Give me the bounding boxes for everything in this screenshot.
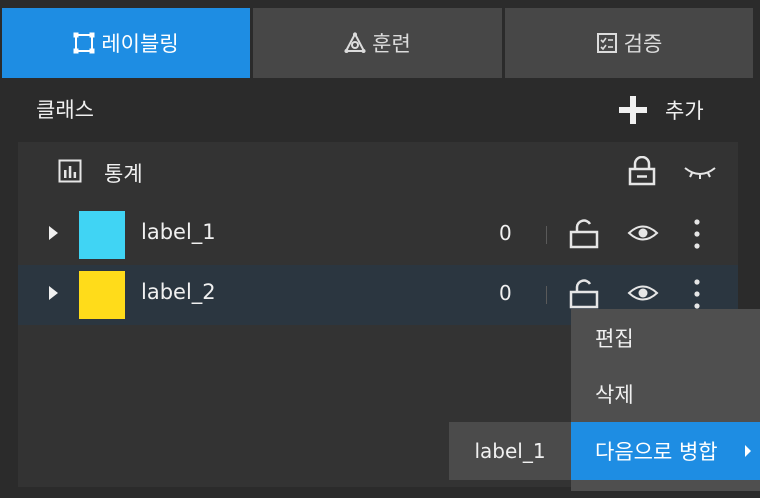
class-name: label_2 <box>141 280 216 304</box>
more-options-icon[interactable] <box>690 276 704 312</box>
stats-row[interactable]: 통계 <box>18 142 738 204</box>
menu-item-label: 삭제 <box>595 383 634 407</box>
menu-item-merge-into[interactable]: 다음으로 병합 <box>571 422 760 480</box>
divider <box>546 226 547 244</box>
context-menu: 편집 삭제 다음으로 병합 <box>571 309 760 491</box>
more-options-icon[interactable] <box>690 216 704 252</box>
tab-validation[interactable]: 검증 <box>505 8 753 78</box>
class-count: 0 <box>499 221 512 245</box>
add-label: 추가 <box>665 99 704 123</box>
plus-icon <box>619 96 647 124</box>
menu-item-delete[interactable]: 삭제 <box>571 365 760 423</box>
class-header: 클래스 추가 <box>0 82 760 140</box>
stats-icon <box>58 159 82 183</box>
class-color-swatch[interactable] <box>79 211 125 259</box>
unlock-icon[interactable] <box>569 218 599 250</box>
add-class-button[interactable]: 추가 <box>617 90 704 130</box>
tab-labeling[interactable]: 레이블링 <box>2 8 250 78</box>
class-count: 0 <box>499 281 512 305</box>
menu-item-edit[interactable]: 편집 <box>571 309 760 367</box>
merge-target-item[interactable]: label_1 <box>449 422 571 480</box>
unlock-icon[interactable] <box>569 278 599 310</box>
class-row[interactable]: label_1 0 <box>18 205 738 265</box>
tab-validation-label: 검증 <box>623 32 663 56</box>
menu-item-label: 다음으로 병합 <box>595 440 718 464</box>
section-title: 클래스 <box>36 98 94 122</box>
eye-closed-icon[interactable] <box>683 162 717 182</box>
merge-target-label: label_1 <box>474 439 546 463</box>
expand-arrow-icon[interactable] <box>46 225 60 241</box>
eye-icon[interactable] <box>627 222 659 244</box>
validation-icon <box>596 32 618 54</box>
class-color-swatch[interactable] <box>79 271 125 319</box>
eye-icon[interactable] <box>627 282 659 304</box>
training-icon <box>344 32 366 54</box>
lock-all-icon[interactable] <box>628 156 656 186</box>
class-name: label_1 <box>141 220 216 244</box>
menu-item-label: 편집 <box>595 327 634 351</box>
expand-arrow-icon[interactable] <box>46 285 60 301</box>
tab-labeling-label: 레이블링 <box>101 32 179 56</box>
tab-training[interactable]: 훈련 <box>253 8 502 78</box>
tab-training-label: 훈련 <box>372 32 411 56</box>
labeling-icon <box>73 32 95 54</box>
mode-tabs: 레이블링 훈련 검증 <box>0 0 760 82</box>
submenu-arrow-icon <box>745 445 751 457</box>
stats-label: 통계 <box>104 162 143 186</box>
divider <box>546 286 547 304</box>
